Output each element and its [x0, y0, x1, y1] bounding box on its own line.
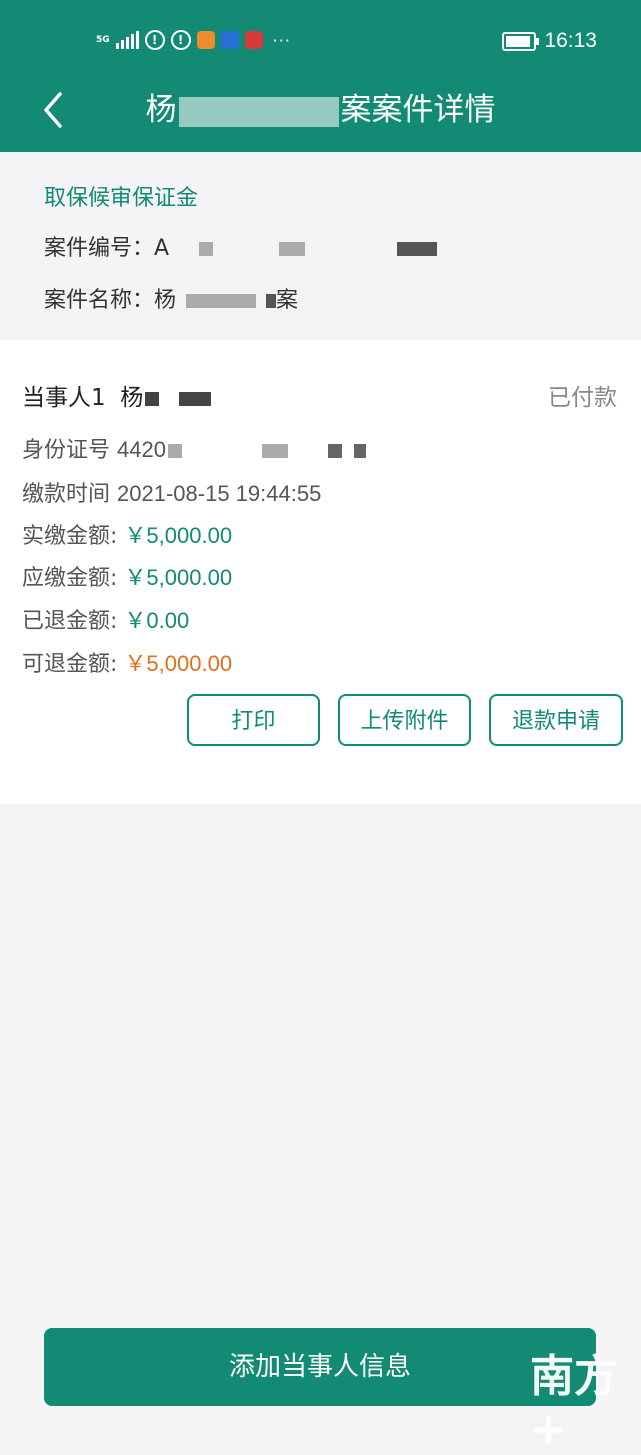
- add-party-button[interactable]: 添加当事人信息: [44, 1328, 596, 1406]
- case-name-value: 杨: [154, 288, 177, 313]
- signal-icon: [115, 31, 139, 49]
- redacted-text: [167, 444, 182, 458]
- party-title: 当事人1 杨: [22, 378, 212, 412]
- case-name-row: 案件名称：杨案: [44, 288, 299, 313]
- refundable-amount-value: ￥5,000.00: [124, 651, 233, 676]
- redacted-text: [261, 444, 288, 458]
- battery-icon: [502, 31, 540, 51]
- app-notification-icon: [196, 31, 215, 49]
- party-name: 杨: [120, 385, 144, 411]
- id-number-row: 身份证号 4420: [22, 432, 366, 464]
- payment-status: 已付款: [548, 385, 617, 411]
- refunded-amount-value: ￥0.00: [124, 608, 190, 633]
- case-name-label: 案件名称：: [44, 288, 155, 313]
- id-number-value: 4420: [117, 437, 166, 462]
- page-title: 杨案案件详情: [145, 92, 496, 128]
- app-notification-icon: [220, 31, 239, 49]
- redacted-text: [266, 294, 277, 308]
- redacted-text: [199, 242, 214, 256]
- refund-request-button[interactable]: 退款申请: [489, 694, 623, 746]
- due-amount-value: ￥5,000.00: [124, 565, 233, 590]
- alert-icon: !: [170, 30, 191, 50]
- refunded-amount-row: 已退金额: ￥0.00: [22, 608, 190, 634]
- watermark-logo: 南方+: [530, 1351, 618, 1455]
- party-card: 当事人1 杨 已付款 身份证号 4420 缴款时间 2021-08-15 19:…: [0, 340, 641, 804]
- more-notifications-icon: ···: [272, 30, 291, 50]
- redacted-text: [397, 242, 438, 256]
- network-type: 5G: [96, 34, 110, 45]
- app-header: 5G ! ! ··· 16:13 杨案案件详情: [0, 0, 641, 152]
- redacted-text: [186, 294, 257, 308]
- redacted-text: [327, 444, 342, 458]
- app-notification-icon: [244, 31, 263, 49]
- case-info-section: 取保候审保证金 案件编号：A 案件名称：杨案: [0, 152, 641, 338]
- due-amount-row: 应缴金额: ￥5,000.00: [22, 565, 233, 591]
- status-bar: 5G ! ! ··· 16:13: [0, 24, 641, 60]
- refundable-amount-row: 可退金额: ￥5,000.00: [22, 651, 233, 677]
- redacted-text: [178, 96, 339, 127]
- case-number-value: A: [154, 236, 170, 261]
- redacted-text: [145, 391, 160, 406]
- paid-amount-value: ￥5,000.00: [124, 523, 233, 548]
- clock: 16:13: [544, 29, 597, 52]
- case-number-label: 案件编号：: [44, 236, 155, 261]
- paid-amount-row: 实缴金额: ￥5,000.00: [22, 523, 233, 549]
- print-button[interactable]: 打印: [187, 694, 320, 746]
- case-type: 取保候审保证金: [44, 186, 199, 211]
- payment-time-row: 缴款时间 2021-08-15 19:44:55: [22, 481, 322, 507]
- redacted-text: [353, 444, 366, 458]
- payment-time-value: 2021-08-15 19:44:55: [117, 481, 322, 506]
- redacted-text: [179, 391, 212, 406]
- upload-attachment-button[interactable]: 上传附件: [338, 694, 471, 746]
- redacted-text: [279, 242, 306, 256]
- case-number-row: 案件编号：A: [44, 230, 438, 262]
- alert-icon: !: [144, 30, 165, 50]
